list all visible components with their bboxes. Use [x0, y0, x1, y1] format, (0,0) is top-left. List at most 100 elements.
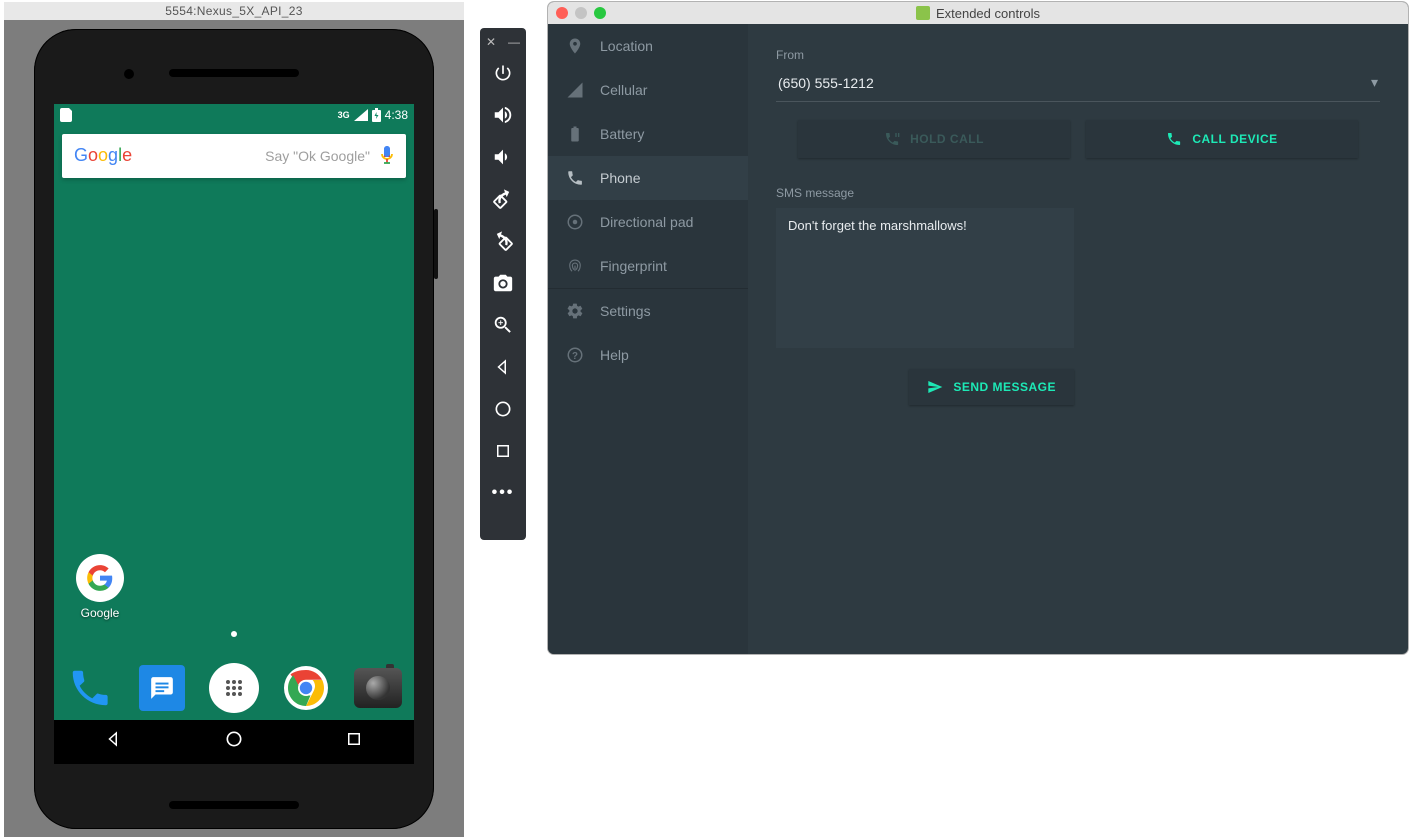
toolbar-overview[interactable]	[480, 430, 526, 472]
hold-call-label: HOLD CALL	[910, 132, 984, 146]
fingerprint-icon	[566, 257, 584, 275]
sidebar-item-dpad[interactable]: Directional pad	[548, 200, 748, 244]
toolbar-volume-up[interactable]	[480, 94, 526, 136]
home-app-google[interactable]: Google	[72, 554, 128, 620]
phone-icon	[1166, 131, 1182, 147]
sidebar-item-battery[interactable]: Battery	[548, 112, 748, 156]
traffic-lights	[548, 7, 606, 19]
sidebar-item-label: Phone	[600, 170, 640, 186]
battery-icon	[566, 125, 584, 143]
nav-overview[interactable]	[345, 730, 363, 753]
toolbar-close-icon[interactable]: ✕	[486, 35, 496, 49]
page-indicator	[231, 629, 237, 640]
clock-text: 4:38	[385, 108, 408, 122]
android-navbar	[54, 720, 414, 764]
sms-label: SMS message	[776, 186, 1380, 200]
gear-icon	[566, 302, 584, 320]
sidebar-item-cellular[interactable]: Cellular	[548, 68, 748, 112]
home-app-label: Google	[81, 606, 120, 620]
toolbar-zoom[interactable]	[480, 304, 526, 346]
from-select[interactable]: (650) 555-1212 ▾	[776, 70, 1380, 102]
sidebar-item-phone[interactable]: Phone	[548, 156, 748, 200]
cellular-icon	[566, 81, 584, 99]
window-minimize-icon[interactable]	[575, 7, 587, 19]
toolbar-power[interactable]	[480, 52, 526, 94]
phone-power-key	[434, 209, 438, 279]
dock-phone[interactable]	[65, 663, 115, 713]
phone-front-camera	[124, 69, 134, 79]
battery-icon	[372, 108, 381, 122]
phone-icon	[566, 169, 584, 187]
hold-call-button[interactable]: HOLD CALL	[798, 120, 1070, 158]
emulator-window: 5554:Nexus_5X_API_23	[4, 2, 464, 837]
chevron-down-icon: ▾	[1371, 74, 1378, 91]
signal-icon	[354, 109, 368, 121]
extended-controls-window: Extended controls Location Cellular Batt…	[548, 2, 1408, 654]
send-icon	[927, 379, 943, 395]
window-close-icon[interactable]	[556, 7, 568, 19]
call-device-label: CALL DEVICE	[1192, 132, 1277, 146]
sidebar-item-label: Directional pad	[600, 214, 693, 230]
phone-frame: 3G 4:38 Google Say "Ok Google"	[34, 29, 434, 829]
dpad-icon	[566, 213, 584, 231]
phone-bottom-speaker	[169, 801, 299, 809]
ext-sidebar: Location Cellular Battery Phone Directio…	[548, 24, 748, 654]
mic-icon[interactable]	[380, 146, 394, 166]
network-label: 3G	[338, 110, 350, 120]
toolbar-screenshot[interactable]	[480, 262, 526, 304]
dock-all-apps[interactable]	[209, 663, 259, 713]
phone-earpiece	[169, 69, 299, 77]
ext-title-text: Extended controls	[936, 6, 1040, 21]
messenger-icon	[139, 665, 185, 711]
phone-screen[interactable]: 3G 4:38 Google Say "Ok Google"	[54, 104, 414, 764]
send-message-label: SEND MESSAGE	[953, 380, 1056, 394]
ext-titlebar[interactable]: Extended controls	[548, 2, 1408, 24]
google-g-icon	[86, 564, 114, 592]
dock	[54, 656, 414, 720]
chrome-icon	[282, 664, 330, 712]
google-logo: Google	[74, 145, 132, 166]
location-icon	[566, 37, 584, 55]
android-status-bar: 3G 4:38	[54, 104, 414, 126]
toolbar-more[interactable]: •••	[480, 472, 526, 514]
search-placeholder: Say "Ok Google"	[132, 148, 380, 164]
svg-text:?: ?	[572, 351, 578, 362]
dock-camera[interactable]	[353, 663, 403, 713]
sidebar-item-label: Battery	[600, 126, 644, 142]
nav-back[interactable]	[105, 730, 123, 753]
all-apps-icon	[209, 663, 259, 713]
emulator-titlebar: 5554:Nexus_5X_API_23	[4, 2, 464, 20]
sidebar-item-fingerprint[interactable]: Fingerprint	[548, 244, 748, 288]
dock-chrome[interactable]	[281, 663, 331, 713]
sidebar-item-label: Location	[600, 38, 653, 54]
ext-title-icon	[916, 6, 930, 20]
call-device-button[interactable]: CALL DEVICE	[1086, 120, 1358, 158]
toolbar-minimize-icon[interactable]: —	[508, 35, 520, 49]
sidebar-item-help[interactable]: ? Help	[548, 333, 748, 377]
ext-content-phone: From (650) 555-1212 ▾ HOLD CALL CALL DEV…	[748, 24, 1408, 654]
toolbar-volume-down[interactable]	[480, 136, 526, 178]
sms-textarea[interactable]	[776, 208, 1074, 348]
window-zoom-icon[interactable]	[594, 7, 606, 19]
toolbar-home[interactable]	[480, 388, 526, 430]
toolbar-back[interactable]	[480, 346, 526, 388]
sidebar-item-settings[interactable]: Settings	[548, 289, 748, 333]
sidebar-item-location[interactable]: Location	[548, 24, 748, 68]
phone-icon	[67, 665, 113, 711]
help-icon: ?	[566, 346, 584, 364]
sidebar-item-label: Cellular	[600, 82, 647, 98]
sidebar-item-label: Fingerprint	[600, 258, 667, 274]
camera-icon	[354, 668, 402, 708]
toolbar-rotate-left[interactable]	[480, 178, 526, 220]
emulator-body: 3G 4:38 Google Say "Ok Google"	[4, 20, 464, 837]
dock-messenger[interactable]	[137, 663, 187, 713]
toolbar-rotate-right[interactable]	[480, 220, 526, 262]
nav-home[interactable]	[224, 729, 244, 754]
phone-paused-icon	[884, 131, 900, 147]
from-value: (650) 555-1212	[778, 75, 874, 91]
google-search-bar[interactable]: Google Say "Ok Google"	[62, 134, 406, 178]
ext-title: Extended controls	[548, 6, 1408, 21]
send-message-button[interactable]: SEND MESSAGE	[909, 369, 1074, 405]
emulator-side-toolbar: ✕ — •••	[480, 28, 526, 540]
sidebar-item-label: Settings	[600, 303, 651, 319]
